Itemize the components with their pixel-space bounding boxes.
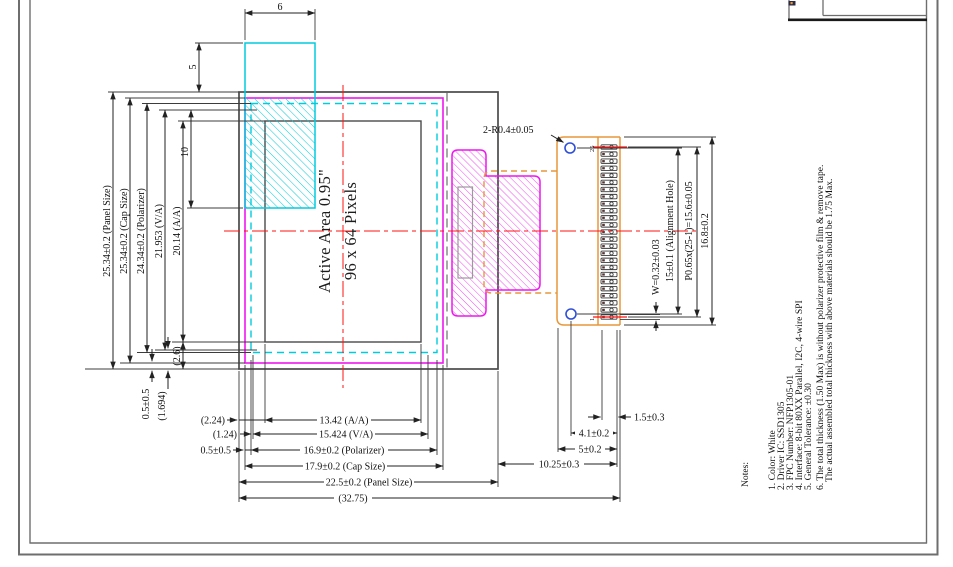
dim-va-left: 21.953 (V/A) [154, 204, 165, 258]
dim-pin-width: W=0.32±0.03 [651, 239, 662, 295]
dim-pin-pitch: P0.65x(25-1)=15.6±0.05 [684, 181, 695, 280]
dim-contact-length: 1.5±0.3 [634, 413, 665, 424]
dim-panel-to-aa: (2.24) [201, 416, 225, 427]
dim-panel-to-edge: 10.25±0.3 [539, 460, 580, 471]
dim-fpc-edge: 5±0.2 [579, 445, 602, 456]
dimensions-bottom: (2.24) 13.42 (A/A) (1.24) 15.424 (V/A) 0… [201, 344, 621, 504]
dim-panel-size-left: 25.34±0.2 (Panel Size) [102, 185, 113, 277]
dim-polarizer-left: 24.34±0.2 (Polarizer) [136, 188, 147, 274]
tape-hatch [245, 98, 315, 208]
drawing-sheet: Active Area 0.95" 96 x 64 Pixels 25 1 [0, 0, 953, 567]
notes-block: Notes: 1. Color: White 2. Driver IC: SSD… [740, 165, 835, 490]
pin-strip-pins [601, 145, 617, 319]
dim-hole-to-edge: 4.1±0.2 [579, 429, 610, 440]
dim-tape-above: 5 [188, 65, 199, 70]
dim-cap-size-left: 25.34±0.2 (Cap Size) [119, 188, 130, 273]
dim-tape-overlap: 10 [180, 147, 191, 157]
note-5: 5. General Tolerance: ±0.30 [803, 383, 814, 490]
dim-overall: (32.75) [338, 493, 367, 504]
note-6-continuation: The actual assembled total thickness wit… [824, 179, 835, 482]
dim-pol-to-aa: (1.24) [213, 430, 237, 441]
dim-aa-to-panel: (2.6) [172, 346, 183, 365]
pin-number-top: 25 [589, 146, 596, 153]
pin-number-bottom: 1 [589, 318, 596, 321]
dim-va-bottom: 15.424 (V/A) [319, 429, 373, 440]
alignment-hole-bottom [566, 309, 576, 319]
module-views: Active Area 0.95" 96 x 64 Pixels 25 1 [224, 43, 700, 388]
dim-cap-bottom: 17.9±0.2 (Cap Size) [305, 461, 385, 472]
dim-alignment-holes: 15±0.1 (Alignment Hole) [665, 180, 676, 282]
alignment-hole-top [565, 143, 575, 153]
corner-radius-callout: 2-R0.4±0.05 [483, 125, 564, 142]
dim-fpc-total: 16.8±0.2 [700, 213, 711, 249]
sealant-hatch [452, 150, 540, 316]
dim-va-to-panel: (1.694) [157, 391, 168, 420]
dim-cap-to-panel: 0.5±0.5 [141, 389, 152, 420]
mechanical-drawing: Active Area 0.95" 96 x 64 Pixels 25 1 [0, 0, 953, 567]
dim-cap-to-pol: 0.5±0.5 [201, 446, 232, 457]
dim-aa-bottom: 13.42 (A/A) [320, 415, 369, 426]
notes-heading: Notes: [740, 462, 751, 487]
dimensions-fpc: 1.5±0.3 4.1±0.2 5±0.2 10.25±0.3 [498, 321, 665, 502]
dim-corner-radius: 2-R0.4±0.05 [483, 125, 534, 136]
dimensions-left: 25.34±0.2 (Panel Size) 25.34±0.2 (Cap Si… [85, 92, 265, 421]
dim-tape-width: 6 [278, 2, 283, 13]
title-block-fragment [788, 0, 927, 20]
dim-panel-bottom: 22.5±0.2 (Panel Size) [326, 477, 413, 488]
dim-aa-left: 20.14 (A/A) [172, 207, 183, 256]
dim-polarizer-bottom: 16.9±0.2 (Polarizer) [304, 445, 385, 456]
